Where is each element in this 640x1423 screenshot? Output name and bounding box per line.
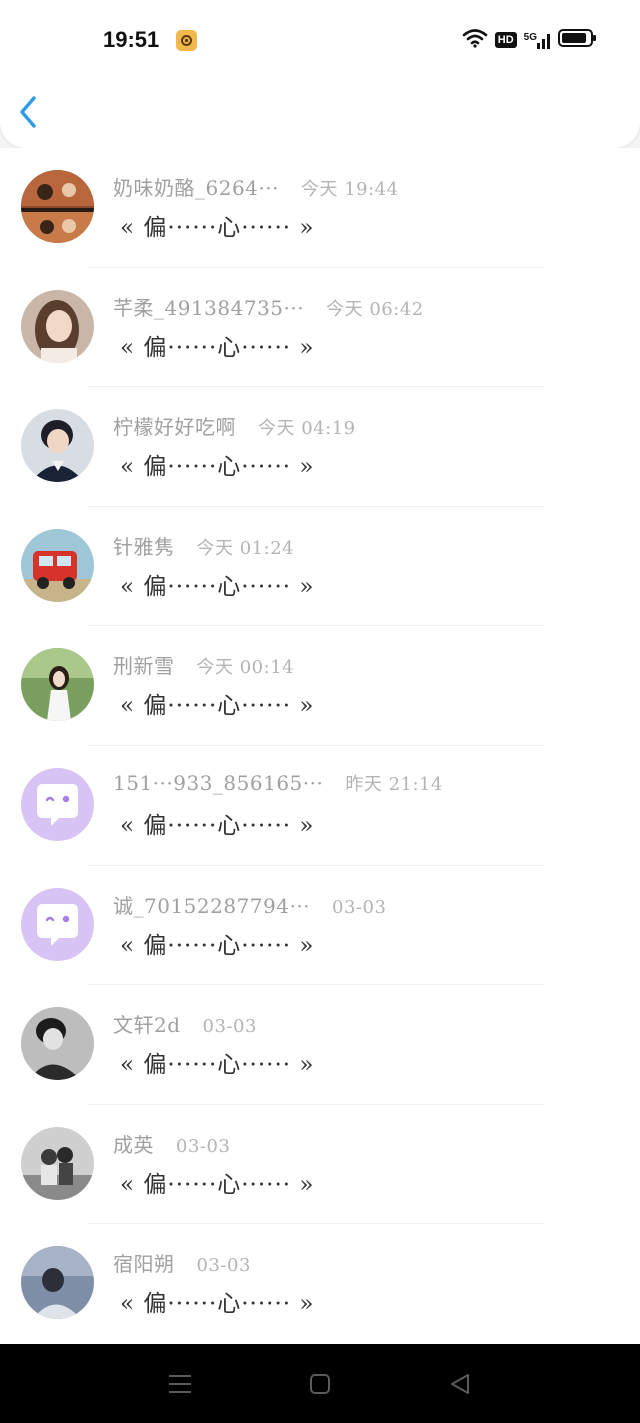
contact-row[interactable]: 文轩2d 03-03 « 偏······心······ » — [0, 985, 640, 1105]
message-time: 今天 06:42 — [326, 298, 424, 320]
message-time: 今天 01:24 — [196, 537, 295, 559]
contact-name: 诚_70152287794··· — [113, 893, 311, 918]
girl-photo-avatar[interactable] — [21, 289, 94, 363]
message-time: 今天 19:44 — [300, 179, 399, 200]
message-preview: « 偏······心······ » — [120, 1171, 315, 1198]
bw-boy-avatar[interactable] — [21, 1007, 94, 1081]
contact-name-line: 诚_70152287794··· 03-03 — [113, 890, 386, 919]
notification-app-icon — [176, 30, 197, 51]
contact-name-line: 针雅隽 今天 01:24 — [113, 531, 294, 560]
contact-row[interactable]: 宿阳朔 03-03 « 偏······心······ » — [0, 1224, 640, 1344]
bw-couple-avatar[interactable] — [21, 1126, 94, 1200]
contact-name: 针雅隽 — [113, 534, 175, 559]
contact-name: 柠檬好好吃啊 — [113, 415, 236, 440]
contact-name: 刑新雪 — [113, 654, 175, 679]
contact-row[interactable]: 柠檬好好吃啊 今天 04:19 « 偏······心······ » — [0, 387, 640, 507]
boy-photo-avatar[interactable] — [21, 409, 94, 483]
hd-badge: HD — [494, 32, 517, 48]
girl-garden-avatar[interactable] — [21, 648, 94, 722]
message-time: 03-03 — [202, 1016, 257, 1038]
message-time: 03-03 — [196, 1255, 251, 1277]
contact-row[interactable]: 151···933_856165··· 昨天 21:14 « 偏······心··… — [0, 746, 640, 866]
contact-name-line: 宿阳朔 03-03 — [113, 1248, 251, 1277]
message-preview: « 偏······心······ » — [120, 334, 315, 361]
contact-row[interactable]: 奶味奶酪_6264··· 今天 19:44 « 偏······心······ » — [0, 148, 640, 268]
contact-name: 奶味奶酪_6264··· — [113, 176, 279, 200]
status-icons: HD 5G — [462, 28, 598, 52]
message-time: 今天 04:19 — [258, 418, 356, 440]
back-button[interactable] — [18, 90, 58, 134]
blue-person-avatar[interactable] — [21, 1246, 94, 1320]
message-preview: « 偏······心······ » — [120, 812, 315, 839]
system-nav-bar — [0, 1344, 640, 1423]
contact-name-line: 文轩2d 03-03 — [113, 1009, 257, 1038]
home-square-icon — [310, 1373, 330, 1394]
menu-button[interactable] — [160, 1364, 200, 1404]
message-preview: « 偏······心······ » — [120, 932, 315, 959]
contact-list: 奶味奶酪_6264··· 今天 19:44 « 偏······心······ » … — [0, 148, 640, 1344]
signal-icon: 5G — [524, 31, 551, 49]
message-time: 03-03 — [332, 896, 387, 918]
contact-name-line: 芊柔_491384735··· 今天 06:42 — [113, 292, 424, 321]
contact-row[interactable]: 成英 03-03 « 偏······心······ » — [0, 1105, 640, 1225]
contact-name-line: 刑新雪 今天 00:14 — [113, 650, 294, 679]
home-button[interactable] — [300, 1364, 340, 1404]
status-time: 19:51 — [103, 27, 160, 52]
contact-row[interactable]: 刑新雪 今天 00:14 « 偏······心······ » — [0, 626, 640, 746]
contact-row[interactable]: 芊柔_491384735··· 今天 06:42 « 偏······心······… — [0, 268, 640, 388]
contact-name-line: 成英 03-03 — [113, 1129, 230, 1158]
contact-name-line: 柠檬好好吃啊 今天 04:19 — [113, 411, 356, 440]
network-label: 5G — [523, 32, 537, 43]
contact-row[interactable]: 诚_70152287794··· 03-03 « 偏······心······ » — [0, 866, 640, 986]
fire-truck-avatar[interactable] — [21, 528, 94, 602]
contact-name: 文轩2d — [113, 1013, 181, 1038]
message-time: 昨天 21:14 — [345, 773, 443, 795]
contact-name-line: 奶味奶酪_6264··· 今天 19:44 — [113, 172, 399, 201]
back-triangle-icon — [451, 1373, 469, 1394]
chevron-left-icon — [20, 96, 36, 128]
menu-icon — [169, 1374, 191, 1393]
contact-name: 成英 — [113, 1132, 154, 1157]
contact-row[interactable]: 针雅隽 今天 01:24 « 偏······心······ » — [0, 507, 640, 627]
contact-name: 151···933_856165··· — [113, 770, 324, 795]
message-preview: « 偏······心······ » — [120, 215, 315, 241]
message-preview: « 偏······心······ » — [120, 454, 315, 481]
anime-couple-avatar[interactable] — [21, 170, 94, 243]
contact-name: 芊柔_491384735··· — [113, 295, 305, 320]
battery-icon — [558, 28, 598, 52]
top-header: 19:51 HD 5G — [0, 0, 640, 148]
message-preview: « 偏······心······ » — [120, 1052, 315, 1079]
wifi-icon — [462, 28, 488, 52]
message-preview: « 偏······心······ » — [120, 693, 315, 720]
contact-name-line: 151···933_856165··· 昨天 21:14 — [113, 770, 443, 796]
back-nav-button[interactable] — [440, 1364, 480, 1404]
message-preview: « 偏······心······ » — [120, 1291, 315, 1318]
message-time: 今天 00:14 — [196, 657, 295, 679]
contact-name: 宿阳朔 — [113, 1252, 175, 1277]
message-preview: « 偏······心······ » — [120, 573, 315, 600]
default-chat-avatar[interactable] — [21, 887, 94, 961]
default-chat-avatar[interactable] — [21, 767, 94, 841]
message-time: 03-03 — [176, 1135, 231, 1157]
